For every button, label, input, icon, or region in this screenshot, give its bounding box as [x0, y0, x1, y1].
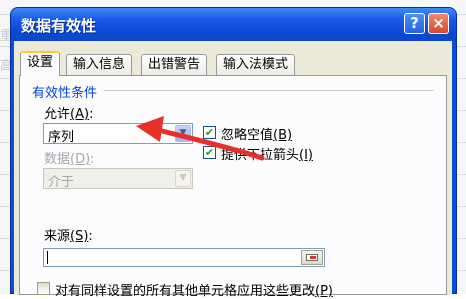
allow-select[interactable]: 序列 ▼	[43, 123, 193, 145]
dialog-titlebar[interactable]: 数据有效性 ? ×	[11, 8, 456, 41]
source-label-text: 来源	[44, 229, 71, 244]
dialog-body: 设置 输入信息 出错警告 输入法模式 有效性条件 允许(A): 序列 ▼ ✔ 忽…	[14, 41, 452, 299]
collapse-dialog-button[interactable]	[301, 250, 323, 265]
data-label: 数据(D):	[44, 152, 95, 167]
data-hotkey: (D)	[70, 152, 91, 167]
apply-all-checkbox[interactable]	[37, 282, 50, 295]
data-validation-dialog: 数据有效性 ? × 设置 输入信息 出错警告 输入法模式 有效性条件 允许(A)…	[10, 7, 457, 299]
in-cell-dropdown-label-text: 提供下拉箭头	[221, 148, 300, 163]
source-input[interactable]	[43, 248, 325, 267]
tab-settings[interactable]: 设置	[20, 51, 61, 76]
in-cell-dropdown-checkbox[interactable]: ✔	[203, 146, 216, 159]
source-label: 来源(S):	[44, 229, 93, 244]
data-label-text: 数据	[44, 152, 71, 167]
chevron-down-icon[interactable]: ▼	[175, 125, 191, 142]
ignore-blank-label: 忽略空值(B)	[221, 124, 292, 143]
tab-ime-mode[interactable]: 输入法模式	[216, 54, 296, 75]
apply-all-label-text: 对有同样设置的所有其他单元格应用这些更改	[55, 284, 316, 299]
data-select-value: 介于	[48, 175, 75, 190]
help-button[interactable]: ?	[404, 13, 425, 34]
settings-panel: 有效性条件 允许(A): 序列 ▼ ✔ 忽略空值(B) ✔ 提供下拉箭头(I)	[19, 75, 447, 299]
dialog-title: 数据有效性	[21, 17, 97, 35]
close-button[interactable]: ×	[428, 13, 449, 34]
ignore-blank-label-text: 忽略空值	[221, 128, 274, 143]
chevron-down-icon: ▼	[175, 170, 191, 187]
in-cell-dropdown-label: 提供下拉箭头(I)	[221, 144, 313, 163]
validation-criteria-heading: 有效性条件	[32, 86, 98, 101]
ignore-blank-checkbox[interactable]: ✔	[203, 126, 216, 139]
apply-all-hotkey: (P)	[315, 284, 333, 299]
allow-hotkey: (A)	[70, 107, 90, 122]
group-divider	[104, 90, 434, 91]
tab-error-alert[interactable]: 出错警告	[141, 54, 208, 75]
tab-input-message[interactable]: 输入信息	[66, 54, 133, 75]
in-cell-dropdown-hotkey: (I)	[299, 148, 313, 163]
source-hotkey: (S)	[70, 229, 89, 244]
allow-select-value: 序列	[48, 130, 75, 145]
data-select: 介于 ▼	[43, 168, 193, 190]
ignore-blank-hotkey: (B)	[273, 128, 293, 143]
apply-all-label: 对有同样设置的所有其他单元格应用这些更改(P)	[55, 280, 333, 299]
allow-label: 允许(A):	[44, 107, 94, 122]
allow-label-text: 允许	[44, 107, 71, 122]
range-select-icon-highlight	[310, 256, 316, 259]
text-caret	[47, 251, 48, 264]
